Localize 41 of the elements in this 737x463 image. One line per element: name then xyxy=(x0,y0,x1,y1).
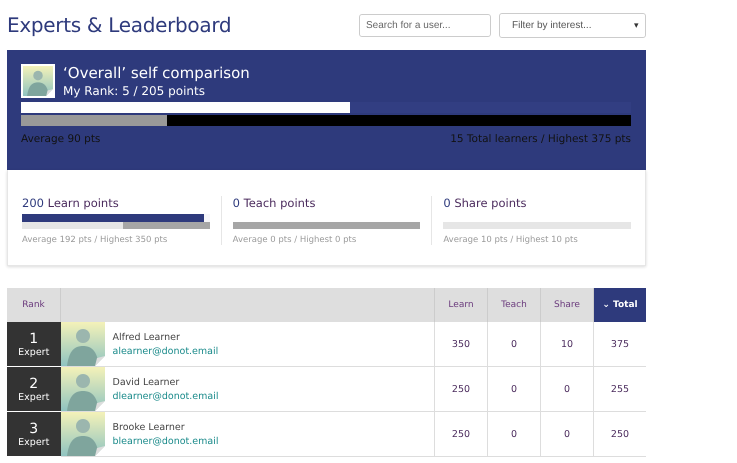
table-cell: 0 xyxy=(540,366,594,412)
rank-badge: 2 Expert xyxy=(7,366,60,412)
points-note: Average 10 pts / Highest 10 pts xyxy=(443,235,579,245)
column-header[interactable]: Rank xyxy=(7,288,60,322)
column-header[interactable]: Teach xyxy=(488,288,540,322)
rank-badge: 1 Expert xyxy=(7,322,60,366)
points-note: Average 192 pts / Highest 350 pts xyxy=(22,235,168,245)
summary-text: 15 Total learners / Highest 375 pts xyxy=(450,133,631,145)
caret-icon: ▾ xyxy=(634,20,639,30)
table-cell: 10 xyxy=(540,322,594,366)
table-cell: 350 xyxy=(434,322,488,366)
user-name: Brooke Learner xyxy=(112,422,186,432)
page-title: Experts & Leaderboard xyxy=(7,13,232,37)
rank-text: My Rank: 5 / 205 points xyxy=(63,84,206,98)
table-cell: 255 xyxy=(594,366,646,412)
overview-title: ‘Overall’ self comparison xyxy=(63,64,250,82)
column-header[interactable]: ⌄ Total xyxy=(594,288,646,322)
average-text: Average 90 pts xyxy=(21,133,100,145)
table-cell: 0 xyxy=(488,366,540,412)
avatar-icon xyxy=(21,64,55,98)
table-cell: 375 xyxy=(594,322,646,366)
table-cell: 0 xyxy=(488,322,540,366)
email-link[interactable]: blearner@donot.email xyxy=(112,436,218,446)
table-cell: 0 xyxy=(540,412,594,456)
column-header[interactable]: Share xyxy=(540,288,594,322)
email-link[interactable]: alearner@donot.email xyxy=(112,346,218,356)
email-link[interactable]: dlearner@donot.email xyxy=(112,390,218,402)
points-note: Average 0 pts / Highest 0 pts xyxy=(232,235,358,245)
column-header[interactable]: Learn xyxy=(434,288,488,322)
points-title: 0 Teach points xyxy=(232,196,316,210)
points-title: 200 Learn points xyxy=(22,196,120,210)
rank-badge: 3 Expert xyxy=(7,412,60,456)
table-cell: 250 xyxy=(594,412,646,456)
search-field[interactable]: Search for a user... xyxy=(359,14,491,36)
table-cell: 0 xyxy=(488,412,540,456)
user-name: David Learner xyxy=(112,376,180,388)
table-cell: 250 xyxy=(434,412,488,456)
table-cell: 250 xyxy=(434,366,488,412)
filter-dropdown[interactable]: Filter by interest... ▾ xyxy=(499,12,646,38)
points-title: 0 Share points xyxy=(443,196,528,210)
user-name: Alfred Learner xyxy=(112,332,181,342)
